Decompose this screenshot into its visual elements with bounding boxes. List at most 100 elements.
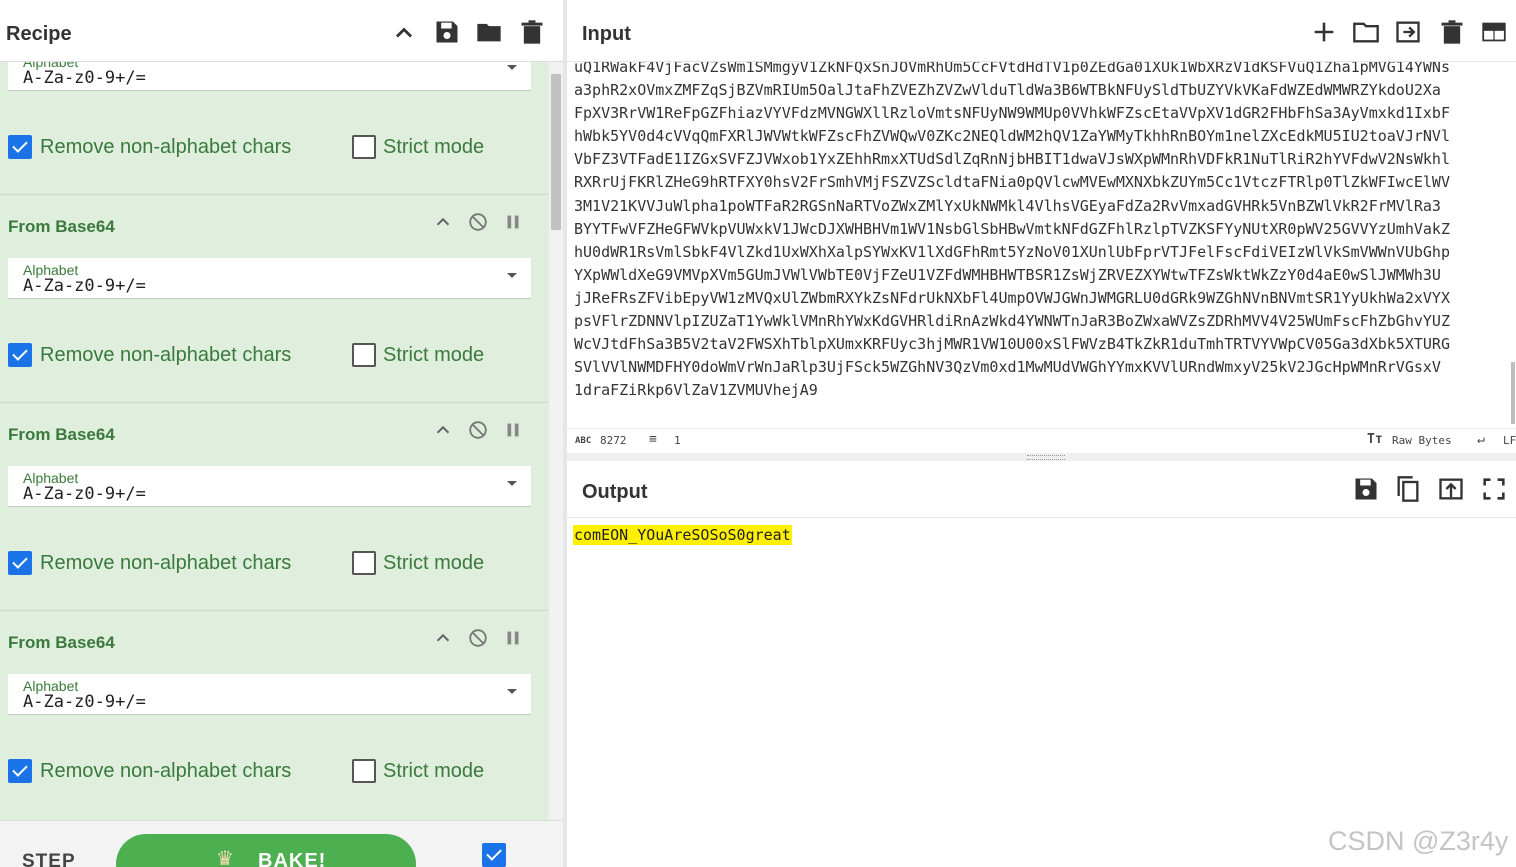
eol-setting[interactable]: LF	[1503, 434, 1516, 447]
strict-mode-checkbox[interactable]	[352, 135, 376, 159]
input-line: WcVJtdFhSa3B5V2taV2FWSXhTblpXUmxKRFUyc3h…	[574, 335, 1450, 354]
input-textarea[interactable]: uQ1RWakF4VjFacVZsWm1SMmgyV1ZkNFQxSnJOVmR…	[567, 62, 1510, 424]
layout-icon[interactable]	[1480, 18, 1508, 46]
raw-bytes-toggle[interactable]: Raw Bytes	[1392, 434, 1452, 447]
strict-mode-label: Strict mode	[383, 760, 485, 782]
input-line: uQ1RWakF4VjFacVZsWm1SMmgyV1ZkNFQxSnJOVmR…	[574, 62, 1450, 76]
output-content[interactable]: comEON_YOuAreSOSoS0great	[573, 525, 792, 545]
input-scrollbar-thumb[interactable]	[1511, 362, 1515, 424]
line-count-icon: ≡	[649, 432, 657, 447]
save-icon[interactable]	[433, 18, 461, 46]
strict-mode-label: Strict mode	[383, 344, 485, 366]
operation-from-base64[interactable]: From Base64 Alphabet A-Za-z0-9+/= Remove…	[0, 403, 549, 611]
chevron-up-icon[interactable]	[390, 19, 418, 47]
remove-non-alphabet-checkbox[interactable]	[8, 551, 32, 575]
input-line: hWbk5YV0d4cVVqQmFXRlJWVWtkWFZscFhZVWQwV0…	[574, 127, 1450, 146]
remove-non-alphabet-label: Remove non-alphabet chars	[40, 344, 292, 366]
alphabet-value: A-Za-z0-9+/=	[23, 692, 146, 712]
strict-mode-label: Strict mode	[383, 136, 485, 158]
eol-icon: ↵	[1477, 432, 1485, 447]
operation-title: From Base64	[8, 217, 115, 236]
chevron-up-icon[interactable]	[432, 419, 454, 441]
input-line: YXpWWldXeG9VMVpXVm5GUmJVWlVWbTE0VjFZeU1V…	[574, 265, 1441, 284]
alphabet-dropdown[interactable]: Alphabet A-Za-z0-9+/=	[8, 466, 531, 507]
strict-mode-checkbox[interactable]	[352, 759, 376, 783]
input-header: Input	[567, 3, 1516, 62]
disable-icon[interactable]	[467, 211, 489, 233]
folder-icon[interactable]	[475, 18, 503, 46]
auto-bake-checkbox[interactable]	[482, 843, 506, 867]
operation-from-base64[interactable]: From Base64 Alphabet A-Za-z0-9+/= Remove…	[0, 195, 549, 403]
input-status-bar: ABC 8272 ≡ 1 Tт Raw Bytes ↵ LF	[567, 428, 1516, 453]
recipe-operations-list[interactable]: Alphabet A-Za-z0-9+/= Remove non-alphabe…	[0, 62, 549, 820]
pause-icon[interactable]	[502, 211, 524, 233]
alphabet-dropdown[interactable]: Alphabet A-Za-z0-9+/=	[8, 62, 531, 91]
chevron-up-icon[interactable]	[432, 627, 454, 649]
alphabet-value: A-Za-z0-9+/=	[23, 484, 146, 504]
dropdown-caret-icon[interactable]	[507, 65, 517, 70]
save-icon[interactable]	[1352, 475, 1380, 503]
alphabet-dropdown[interactable]: Alphabet A-Za-z0-9+/=	[8, 258, 531, 299]
input-line: hU0dWR1RsVmlSbkF4VlZkd1UxWXhXalpSYWxKV1l…	[574, 242, 1450, 261]
remove-non-alphabet-label: Remove non-alphabet chars	[40, 552, 292, 574]
output-textarea[interactable]: comEON_YOuAreSOSoS0great	[567, 518, 1516, 867]
char-count-icon: ABC	[575, 436, 592, 446]
dropdown-caret-icon[interactable]	[507, 273, 517, 278]
input-title: Input	[582, 23, 631, 45]
input-line: VbFZ3VTFadE1IZGxSVFZJVWxob1YxZEhhRmxXTUd…	[574, 150, 1450, 169]
input-line: RXRrUjFKRlZHeG9hRTFXY0hsV2FrSmhVMjFSZVZS…	[574, 173, 1450, 192]
recipe-scrollbar-thumb[interactable]	[551, 74, 561, 230]
folder-icon[interactable]	[1352, 18, 1380, 46]
font-icon: Tт	[1367, 432, 1383, 447]
recipe-controls-bar: STEP ♛ BAKE!	[0, 820, 563, 867]
pause-icon[interactable]	[502, 627, 524, 649]
input-line: SVlVVlNWMDFHY0doWmVrWnJaRlp3UjFSck5WZGhN…	[574, 358, 1441, 377]
remove-non-alphabet-checkbox[interactable]	[8, 343, 32, 367]
recipe-panel: Alphabet A-Za-z0-9+/= Remove non-alphabe…	[0, 0, 563, 867]
output-title: Output	[582, 481, 648, 503]
bake-button[interactable]: ♛ BAKE!	[116, 834, 416, 867]
step-button[interactable]: STEP	[22, 851, 76, 867]
remove-non-alphabet-label: Remove non-alphabet chars	[40, 760, 292, 782]
input-content[interactable]: uQ1RWakF4VjFacVZsWm1SMmgyV1ZkNFQxSnJOVmR…	[574, 62, 1510, 402]
replace-input-icon[interactable]	[1437, 475, 1465, 503]
input-line: BYYTFwVFZHeGFWVkpVUWxkV1JWcDJXWHBHVm1WV1…	[574, 219, 1450, 238]
trash-icon[interactable]	[518, 18, 546, 46]
plus-icon[interactable]	[1310, 18, 1338, 46]
line-count: 1	[674, 434, 681, 447]
input-line: 3M1V21KVVJuWlpha1poWTFaR2RGSnNaRTVoZWxZM…	[574, 196, 1441, 215]
remove-non-alphabet-label: Remove non-alphabet chars	[40, 136, 292, 158]
strict-mode-checkbox[interactable]	[352, 343, 376, 367]
alphabet-dropdown[interactable]: Alphabet A-Za-z0-9+/=	[8, 674, 531, 715]
operation-from-base64[interactable]: From Base64 Alphabet A-Za-z0-9+/= Remove…	[0, 611, 549, 819]
disable-icon[interactable]	[467, 627, 489, 649]
recipe-title: Recipe	[6, 23, 72, 45]
pause-icon[interactable]	[502, 419, 524, 441]
watermark: CSDN @Z3r4y	[1328, 826, 1509, 856]
copy-icon[interactable]	[1394, 475, 1422, 503]
input-line: 1draFZiRkp6VlZaV1ZVMUVhejA9	[574, 381, 818, 400]
fullscreen-icon[interactable]	[1480, 475, 1508, 503]
remove-non-alphabet-checkbox[interactable]	[8, 759, 32, 783]
recipe-header: Recipe	[0, 3, 563, 62]
remove-non-alphabet-checkbox[interactable]	[8, 135, 32, 159]
dropdown-caret-icon[interactable]	[507, 481, 517, 486]
input-line: psVFlrZDNNVlpIZUZaT1YwWklVMnRhYWxKdGVHRl…	[574, 312, 1450, 331]
trash-icon[interactable]	[1438, 18, 1466, 46]
input-line: a3phR2xOVmxZMFZqSjBZVmRIUm5OalJtaFhZVEZh…	[574, 81, 1441, 100]
bake-label: BAKE!	[258, 850, 327, 867]
import-icon[interactable]	[1394, 18, 1422, 46]
strict-mode-checkbox[interactable]	[352, 551, 376, 575]
input-line: jJReFRsZFVibEpyVW1zMVQxUlZWbmRXYkZsNFdrU…	[574, 288, 1450, 307]
alphabet-value: A-Za-z0-9+/=	[23, 276, 146, 296]
char-count: 8272	[600, 434, 627, 447]
chef-icon: ♛	[216, 848, 234, 867]
disable-icon[interactable]	[467, 419, 489, 441]
dropdown-caret-icon[interactable]	[507, 689, 517, 694]
chevron-up-icon[interactable]	[432, 211, 454, 233]
operation-title: From Base64	[8, 633, 115, 652]
alphabet-value: A-Za-z0-9+/=	[23, 68, 146, 88]
resize-grip-icon[interactable]	[1027, 455, 1065, 460]
operation-title: From Base64	[8, 425, 115, 444]
input-line: FpXV3RrVW1ReFpGZFhiazVYVFdzMVNGWXllRzloV…	[574, 104, 1450, 123]
